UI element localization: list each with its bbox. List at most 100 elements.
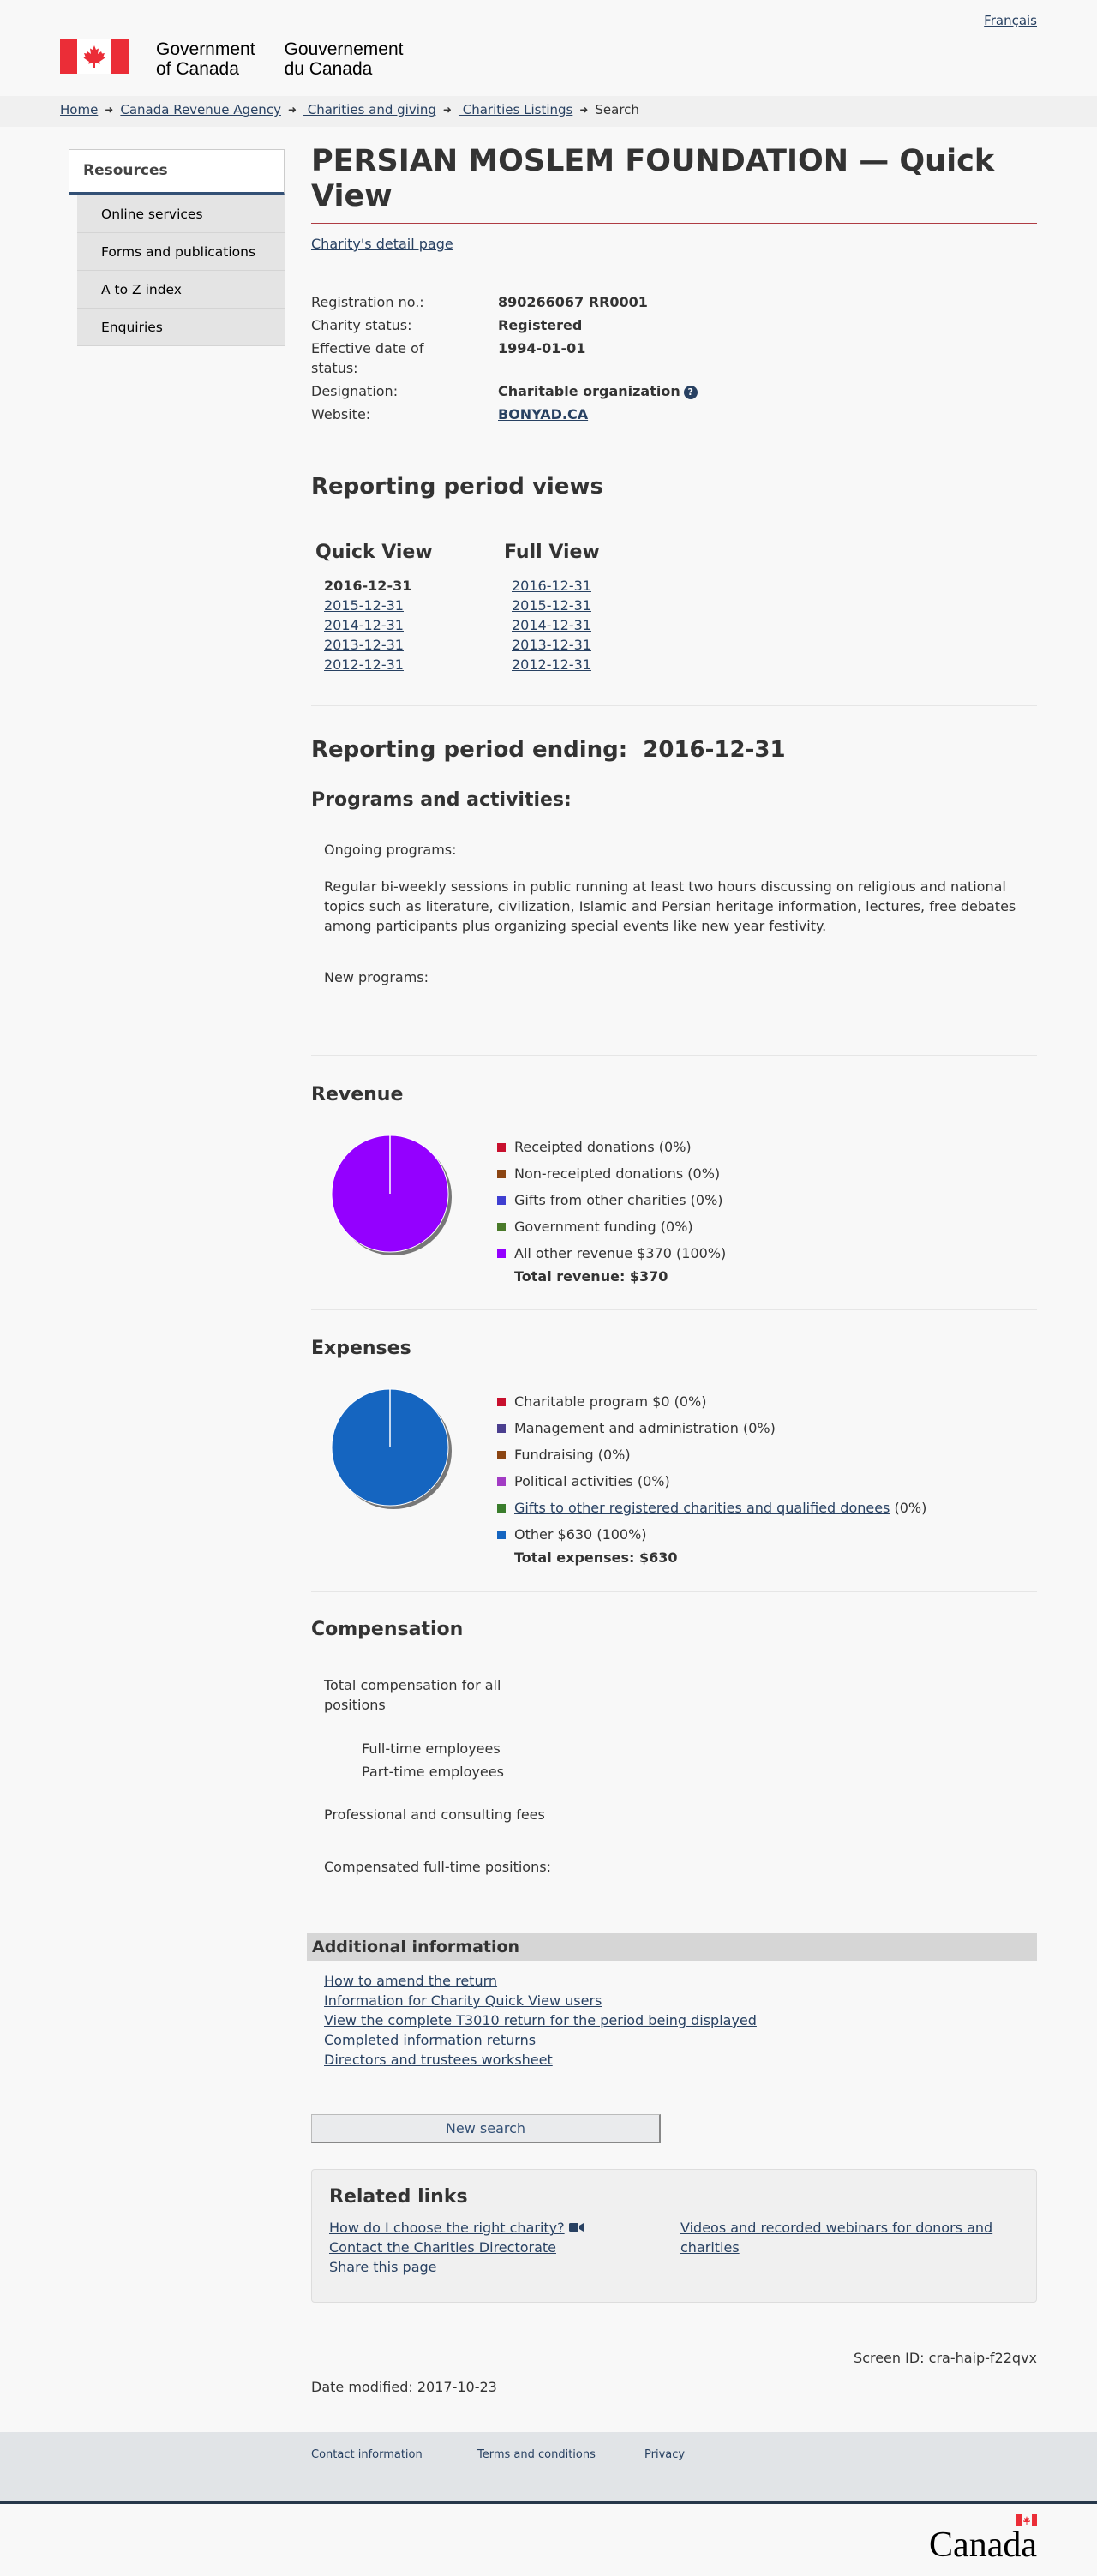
directors-worksheet-link[interactable]: Directors and trustees worksheet: [324, 2050, 757, 2070]
revenue-legend: Receipted donations (0%) Non-receipted d…: [497, 1134, 726, 1286]
breadcrumb-cra[interactable]: Canada Revenue Agency: [120, 101, 281, 120]
revenue-heading: Revenue: [311, 1084, 404, 1105]
legend-item: Political activities (0%): [497, 1468, 926, 1495]
footer-privacy-link[interactable]: Privacy: [644, 2447, 685, 2464]
page-title: PERSIAN MOSLEM FOUNDATION — Quick View: [311, 144, 1037, 224]
sidebar-item-online-services[interactable]: Online services: [77, 195, 285, 233]
total-compensation-label: Total compensation for all positions: [324, 1677, 501, 1713]
designation-label: Designation:: [311, 383, 399, 399]
quick-view-list: 2016-12-31 2015-12-31 2014-12-31 2013-12…: [324, 576, 411, 674]
additional-info-heading: Additional information: [307, 1933, 1037, 1961]
related-links-panel: Related links How do I choose the right …: [311, 2169, 1037, 2303]
breadcrumb-charities-listings[interactable]: Charities Listings: [459, 101, 573, 120]
sidebar-item-forms[interactable]: Forms and publications: [77, 232, 285, 271]
legend-swatch: [497, 1477, 506, 1486]
website-label: Website:: [311, 406, 371, 422]
ongoing-programs-label: Ongoing programs:: [324, 842, 457, 858]
sidebar: Resources Online services Forms and publ…: [69, 149, 285, 346]
effective-date-value: 1994-01-01: [498, 340, 586, 356]
share-page-link[interactable]: Share this page: [329, 2259, 437, 2275]
divider: [311, 705, 1037, 706]
legend-item: Management and administration (0%): [497, 1415, 926, 1441]
signature-french: Gouvernement du Canada: [284, 39, 404, 80]
full-view-link[interactable]: 2013-12-31: [512, 637, 591, 653]
completed-returns-link[interactable]: Completed information returns: [324, 2030, 757, 2050]
contact-directorate-link[interactable]: Contact the Charities Directorate: [329, 2239, 556, 2255]
quick-view-info-link[interactable]: Information for Charity Quick View users: [324, 1991, 757, 2010]
language-toggle-link[interactable]: Français: [984, 12, 1037, 31]
quick-view-heading: Quick View: [315, 542, 433, 563]
reporting-views-heading: Reporting period views: [311, 474, 603, 500]
arrow-right-icon: ➜: [287, 104, 297, 117]
additional-info-links: How to amend the return Information for …: [324, 1971, 757, 2070]
legend-item: Non-receipted donations (0%): [497, 1160, 726, 1187]
canada-wordmark: Canada: [929, 2514, 1037, 2572]
arrow-right-icon: ➜: [579, 104, 589, 117]
help-icon[interactable]: ?: [683, 386, 698, 399]
related-links-heading: Related links: [329, 2186, 468, 2208]
choose-charity-link[interactable]: How do I choose the right charity?: [329, 2220, 565, 2236]
screen-id: Screen ID: cra-haip-f22qvx: [854, 2350, 1037, 2366]
main-content: PERSIAN MOSLEM FOUNDATION — Quick View C…: [311, 144, 1037, 254]
professional-fees-label: Professional and consulting fees: [324, 1806, 545, 1823]
legend-swatch: [497, 1397, 506, 1406]
view-t3010-link[interactable]: View the complete T3010 return for the p…: [324, 2010, 757, 2030]
arrow-right-icon: ➜: [105, 104, 114, 117]
government-signature[interactable]: Government of Canada Gouvernement du Can…: [60, 39, 403, 79]
legend-item: Gifts to other registered charities and …: [497, 1495, 926, 1521]
full-view-link[interactable]: 2015-12-31: [512, 597, 591, 614]
new-search-button[interactable]: New search: [311, 2114, 661, 2143]
divider: [311, 1055, 1037, 1056]
registration-value: 890266067 RR0001: [498, 294, 648, 310]
divider: [311, 1591, 1037, 1592]
legend-swatch: [497, 1423, 506, 1433]
sidebar-item-a-to-z[interactable]: A to Z index: [77, 270, 285, 309]
expenses-total: Total expenses: $630: [514, 1549, 678, 1566]
compensation-heading: Compensation: [311, 1619, 464, 1640]
legend-swatch: [497, 1169, 506, 1178]
programs-heading: Programs and activities:: [311, 789, 572, 811]
full-view-link[interactable]: 2014-12-31: [512, 617, 591, 633]
arrow-right-icon: ➜: [442, 104, 452, 117]
date-modified: Date modified: 2017-10-23: [311, 2379, 497, 2395]
legend-item: All other revenue $370 (100%): [497, 1240, 726, 1267]
legend-item: Fundraising (0%): [497, 1441, 926, 1468]
legend-swatch: [497, 1503, 506, 1513]
footer-divider: [0, 2501, 1097, 2504]
legend-item: Charitable program $0 (0%): [497, 1388, 926, 1415]
gifts-to-charities-link[interactable]: Gifts to other registered charities and …: [514, 1498, 890, 1518]
charity-detail-link[interactable]: Charity's detail page: [311, 236, 453, 252]
effective-date-label: Effective date of status:: [311, 340, 424, 377]
quick-view-link[interactable]: 2015-12-31: [324, 597, 404, 614]
quick-view-link[interactable]: 2012-12-31: [324, 656, 404, 673]
divider: [311, 1309, 1037, 1310]
signature-english: Government of Canada: [156, 39, 255, 80]
canada-flag-icon: [60, 39, 129, 74]
expenses-legend: Charitable program $0 (0%) Management an…: [497, 1388, 926, 1567]
footer-terms-link[interactable]: Terms and conditions: [477, 2447, 596, 2464]
footer-contact-link[interactable]: Contact information: [311, 2447, 423, 2464]
breadcrumb-home[interactable]: Home: [60, 101, 98, 120]
revenue-pie-chart: [331, 1135, 452, 1255]
legend-swatch: [497, 1450, 506, 1459]
revenue-total: Total revenue: $370: [514, 1268, 668, 1285]
legend-swatch: [497, 1530, 506, 1539]
sidebar-item-enquiries[interactable]: Enquiries: [77, 308, 285, 346]
new-programs-label: New programs:: [324, 969, 429, 985]
website-link[interactable]: BONYAD.CA: [498, 404, 588, 424]
full-view-link[interactable]: 2012-12-31: [512, 656, 591, 673]
breadcrumb-current: Search: [595, 102, 639, 117]
legend-item: Gifts from other charities (0%): [497, 1187, 726, 1213]
expenses-heading: Expenses: [311, 1338, 411, 1359]
legend-swatch: [497, 1249, 506, 1258]
full-view-link[interactable]: 2016-12-31: [512, 578, 591, 594]
videos-webinars-link[interactable]: Videos and recorded webinars for donors …: [680, 2220, 992, 2255]
sidebar-heading: Resources: [69, 149, 285, 195]
amend-return-link[interactable]: How to amend the return: [324, 1971, 757, 1991]
breadcrumb: Home ➜ Canada Revenue Agency ➜ Charities…: [60, 101, 639, 120]
compensated-positions-label: Compensated full-time positions:: [324, 1859, 551, 1875]
quick-view-link[interactable]: 2014-12-31: [324, 617, 404, 633]
footer-bar: [0, 2432, 1097, 2501]
breadcrumb-charities-giving[interactable]: Charities and giving: [303, 101, 436, 120]
quick-view-link[interactable]: 2013-12-31: [324, 637, 404, 653]
